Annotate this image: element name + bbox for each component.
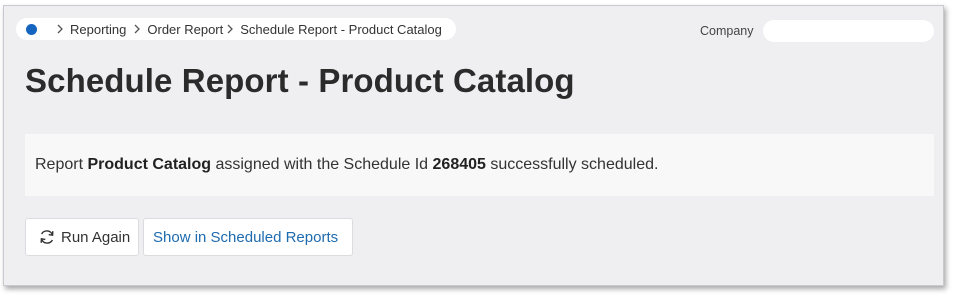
company-label: Company: [700, 24, 754, 38]
show-in-scheduled-reports-label: Show in Scheduled Reports: [153, 228, 339, 246]
message-middle: assigned with the Schedule Id: [211, 156, 433, 173]
breadcrumb-item-order-report[interactable]: Order Report: [147, 22, 223, 37]
success-message: Report Product Catalog assigned with the…: [25, 134, 934, 196]
breadcrumb-item-current: Schedule Report - Product Catalog: [240, 21, 442, 37]
chevron-right-icon: [225, 23, 234, 35]
breadcrumb-item-reporting[interactable]: Reporting: [70, 22, 126, 37]
home-dot-icon[interactable]: [26, 23, 37, 35]
refresh-icon: [38, 228, 56, 246]
chevron-right-icon: [55, 23, 64, 35]
breadcrumb: Reporting Order Report Schedule Report -…: [16, 18, 456, 40]
run-again-button[interactable]: Run Again: [25, 218, 139, 256]
run-again-label: Run Again: [61, 228, 131, 246]
message-schedule-id: 268405: [432, 156, 486, 173]
page-title: Schedule Report - Product Catalog: [25, 62, 575, 99]
message-prefix: Report: [35, 156, 88, 173]
message-suffix: successfully scheduled.: [485, 156, 659, 173]
company-input[interactable]: [763, 20, 934, 42]
message-report-name: Product Catalog: [87, 156, 212, 173]
chevron-right-icon: [132, 23, 141, 35]
app-panel: Reporting Order Report Schedule Report -…: [3, 5, 944, 286]
show-in-scheduled-reports-button[interactable]: Show in Scheduled Reports: [143, 218, 353, 256]
